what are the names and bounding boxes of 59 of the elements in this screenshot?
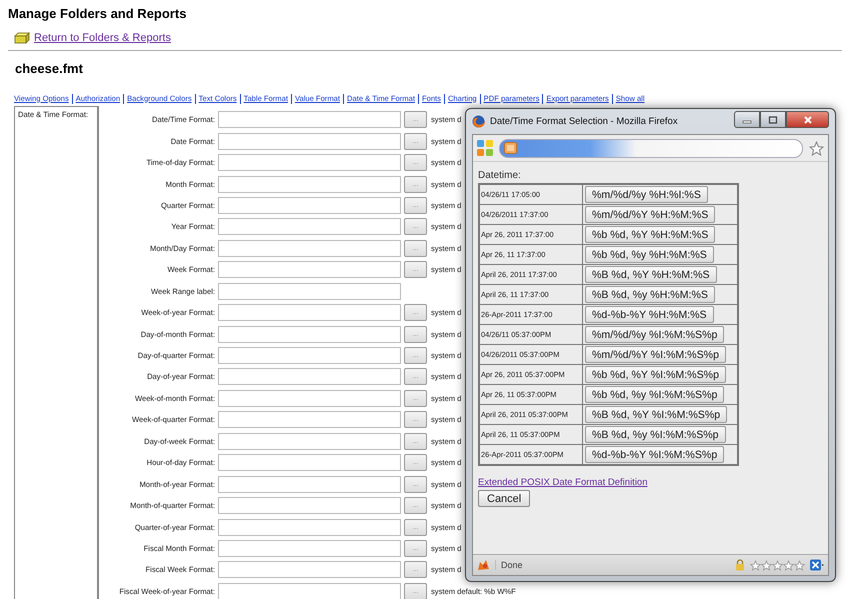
definition-link[interactable]: Extended POSIX Date Format Definition	[478, 477, 648, 488]
rating-stars-icon	[750, 560, 805, 570]
format-button[interactable]: %d-%b-%Y %I:%M:%S%p	[585, 446, 724, 463]
format-button[interactable]: %d-%b-%Y %H:%M:%S	[585, 306, 714, 323]
input-field[interactable]	[218, 347, 401, 364]
input-field[interactable]	[218, 518, 401, 536]
format-button[interactable]: %m/%d/%y %I:%M:%S%p	[585, 326, 724, 343]
window-title: Date/Time Format Selection - Mozilla Firefox	[490, 116, 679, 127]
input-field[interactable]	[218, 132, 401, 150]
format-button[interactable]: %B %d, %Y %H:%M:%S	[585, 266, 717, 283]
format-button[interactable]: %m/%d/%Y %I:%M:%S%p	[585, 346, 726, 363]
input-field[interactable]	[218, 540, 401, 557]
input-field[interactable]	[218, 561, 401, 578]
file-name: cheese.fmt	[15, 61, 84, 77]
page-title: Manage Folders and Reports	[8, 6, 188, 22]
folder-icon	[14, 31, 31, 44]
input-field[interactable]	[218, 368, 401, 386]
page-icon	[504, 142, 517, 154]
input-field[interactable]	[218, 282, 401, 300]
format-button[interactable]: %b %d, %Y %I:%M:%S%p	[585, 366, 726, 383]
format-button[interactable]: %b %d, %Y %H:%M:%S	[585, 226, 716, 243]
input-field[interactable]	[218, 111, 401, 128]
input-field[interactable]	[218, 454, 401, 472]
maximize-button[interactable]	[760, 111, 786, 128]
back-link[interactable]: Return to Folders & Reports	[34, 32, 171, 44]
input-field[interactable]	[218, 218, 401, 236]
cancel-button[interactable]: Cancel	[478, 490, 530, 507]
minimize-button[interactable]	[734, 111, 760, 128]
format-button[interactable]: %B %d, %y %H:%M:%S	[585, 286, 715, 303]
address-field[interactable]	[499, 138, 803, 158]
section-heading: Datetime:	[478, 170, 521, 181]
maximize-icon	[768, 116, 778, 124]
input-field[interactable]	[218, 304, 401, 322]
input-field[interactable]	[218, 582, 401, 599]
format-button[interactable]: %m/%d/%y %H:%I:%S	[585, 186, 708, 203]
input-field[interactable]	[218, 476, 401, 493]
input-field[interactable]	[218, 196, 401, 214]
input-field[interactable]	[218, 240, 401, 257]
input-field[interactable]	[218, 154, 401, 172]
input-field[interactable]	[218, 176, 401, 193]
format-button[interactable]: %b %d, %y %H:%M:%S	[585, 246, 714, 263]
input-field[interactable]	[218, 261, 401, 278]
firefox-icon	[472, 115, 485, 128]
format-button[interactable]: %m/%d/%Y %H:%M:%S	[585, 206, 716, 223]
input-field[interactable]	[218, 326, 401, 343]
lock-icon	[735, 559, 745, 571]
input-field[interactable]	[218, 432, 401, 450]
close-icon	[802, 116, 812, 124]
format-button[interactable]: %B %d, %Y %I:%M:%S%p	[585, 406, 728, 423]
format-button[interactable]: %b %d, %y %I:%M:%S%p	[585, 386, 724, 403]
input-field[interactable]	[218, 411, 401, 428]
format-button[interactable]: %B %d, %y %I:%M:%S%p	[585, 426, 726, 443]
input-field[interactable]	[218, 390, 401, 407]
addon-icon	[810, 559, 824, 571]
close-button[interactable]	[786, 111, 829, 128]
status-text: Done	[495, 560, 730, 570]
input-field[interactable]	[218, 497, 401, 514]
star-icon	[809, 140, 824, 156]
apps-grid-icon	[477, 140, 493, 156]
